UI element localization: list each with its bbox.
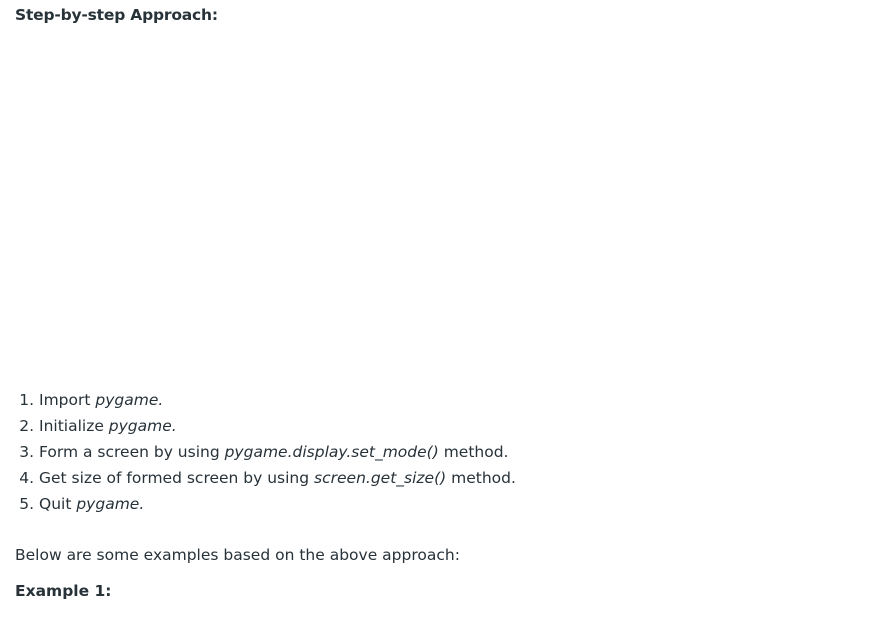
- example-heading: Example 1:: [15, 582, 112, 600]
- image-placeholder: [15, 36, 871, 376]
- intro-paragraph: Below are some examples based on the abo…: [15, 546, 460, 564]
- section-heading: Step-by-step Approach:: [15, 6, 218, 24]
- inline-code-ref: pygame.: [76, 495, 145, 513]
- inline-code-ref: pygame.: [95, 391, 164, 409]
- list-item: Import pygame.: [39, 387, 516, 413]
- list-item: Form a screen by using pygame.display.se…: [39, 439, 516, 465]
- list-item: Quit pygame.: [39, 491, 516, 517]
- inline-code-ref: screen.get_size(): [314, 469, 447, 487]
- inline-code-ref: pygame.display.set_mode(): [224, 443, 439, 461]
- list-item: Initialize pygame.: [39, 413, 516, 439]
- inline-code-ref: pygame.: [108, 417, 177, 435]
- list-item: Get size of formed screen by using scree…: [39, 465, 516, 491]
- steps-list: Import pygame. Initialize pygame. Form a…: [0, 387, 516, 517]
